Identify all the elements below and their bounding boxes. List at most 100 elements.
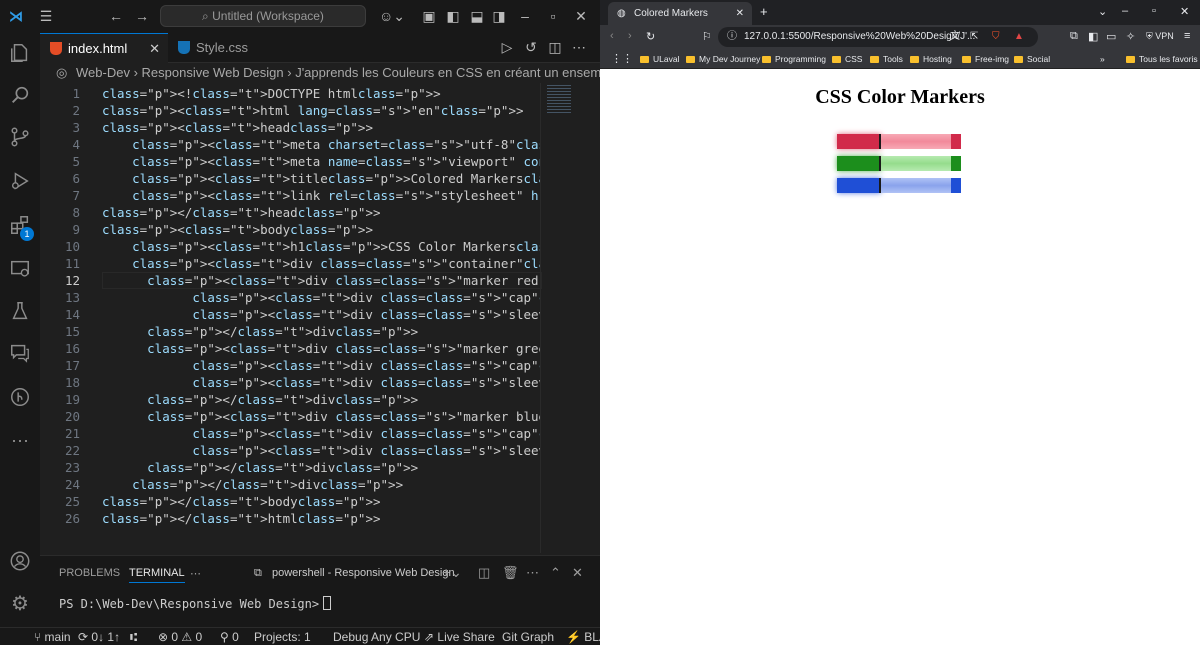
bookmark-icon[interactable]: ⚐ bbox=[702, 30, 712, 43]
code-line[interactable]: 4 class="p"><class="t">meta charset=clas… bbox=[40, 136, 540, 153]
debug-config-status[interactable]: Debug Any CPU bbox=[333, 628, 420, 645]
code-line[interactable]: 26 class="p"></class="t">htmlclass="p">> bbox=[40, 510, 540, 527]
close-panel-icon[interactable]: ✕ bbox=[572, 565, 583, 581]
code-line[interactable]: 11 class="p"><class="t">div class=class=… bbox=[40, 255, 540, 272]
git-graph-icon[interactable] bbox=[0, 377, 40, 417]
minimize-icon[interactable]: – bbox=[516, 0, 534, 33]
code-line[interactable]: 24 class="p"></class="t">divclass="p">> bbox=[40, 476, 540, 493]
bookmark-folder[interactable]: Programming bbox=[762, 50, 826, 69]
tab-terminal[interactable]: TERMINAL bbox=[129, 567, 185, 583]
bookmark-folder[interactable]: Hosting bbox=[910, 50, 952, 69]
breadcrumb-item[interactable]: Responsive Web Design bbox=[142, 65, 284, 80]
code-line[interactable]: 3 class="p"><class="t">headclass="p">> bbox=[40, 119, 540, 136]
code-line[interactable]: 2 class="p"><class="t">html lang=class="s… bbox=[40, 102, 540, 119]
panel-more-actions-icon[interactable]: ⋯ bbox=[526, 565, 539, 581]
code-line[interactable]: 22 class="p"><class="t">div class=class=… bbox=[40, 442, 540, 459]
layout-icon[interactable]: ▣ bbox=[420, 0, 438, 33]
branch-status[interactable]: ⑂ main bbox=[34, 628, 71, 645]
menu-icon[interactable]: ≡ bbox=[1184, 30, 1190, 42]
code-line[interactable]: 13 class="p"><class="t">div class=class=… bbox=[40, 289, 540, 306]
tab-index-html[interactable]: index.html ✕ bbox=[40, 33, 168, 63]
bookmark-folder[interactable]: Free-img bbox=[962, 50, 1009, 69]
more-icon[interactable]: ⋯ bbox=[0, 421, 40, 461]
tab-close-icon[interactable]: ✕ bbox=[736, 2, 744, 25]
code-line[interactable]: 16 class="p"><class="t">div class=class=… bbox=[40, 340, 540, 357]
code-line[interactable]: 21 class="p"><class="t">div class=class=… bbox=[40, 425, 540, 442]
toggle-sidebar-icon[interactable]: ◧ bbox=[444, 0, 462, 33]
sidebar-icon[interactable]: ◧ bbox=[1088, 30, 1098, 43]
command-center-search[interactable]: ⌕ Untitled (Workspace) bbox=[160, 5, 366, 27]
minimap[interactable] bbox=[540, 83, 596, 553]
problems-status[interactable]: ⊗ 0 ⚠ 0 bbox=[158, 628, 202, 645]
split-editor-icon[interactable]: ◫ bbox=[546, 31, 564, 64]
code-line[interactable]: 5 class="p"><class="t">meta name=class="… bbox=[40, 153, 540, 170]
terminal-name[interactable]: powershell - Responsive Web Design bbox=[272, 567, 455, 579]
explorer-icon[interactable] bbox=[0, 33, 40, 73]
ports-status[interactable]: ⚲ 0 bbox=[220, 628, 239, 645]
code-editor[interactable]: 1 class="p"><!class="t">DOCTYPE htmlclass… bbox=[40, 83, 540, 553]
settings-gear-icon[interactable]: ⚙ bbox=[0, 583, 40, 623]
terminal-prompt[interactable]: PS D:\Web-Dev\Responsive Web Design> bbox=[59, 596, 332, 611]
tab-close-icon[interactable]: ✕ bbox=[149, 34, 160, 64]
translate-icon[interactable]: 文 bbox=[950, 27, 960, 47]
code-line[interactable]: 10 class="p"><class="t">h1class="p">>CSS… bbox=[40, 238, 540, 255]
tab-style-css[interactable]: Style.css bbox=[168, 33, 258, 63]
extensions-icon[interactable] bbox=[0, 205, 40, 245]
chat-icon[interactable] bbox=[0, 333, 40, 373]
close-icon[interactable]: ✕ bbox=[1180, 5, 1189, 18]
bookmark-folder[interactable]: Tools bbox=[870, 50, 903, 69]
testing-icon[interactable] bbox=[0, 291, 40, 331]
back-arrow-icon[interactable]: ← bbox=[106, 0, 126, 33]
share-icon[interactable]: ⇱ bbox=[970, 27, 978, 47]
toggle-secondary-sidebar-icon[interactable]: ◨ bbox=[490, 0, 508, 33]
more-bookmarks-icon[interactable]: » bbox=[1100, 50, 1105, 69]
bookmark-folder[interactable]: ULaval bbox=[640, 50, 679, 69]
code-line[interactable]: 7 class="p"><class="t">link rel=class="s… bbox=[40, 187, 540, 204]
new-tab-icon[interactable]: + bbox=[760, 4, 768, 19]
maximize-icon[interactable]: ▫ bbox=[1152, 5, 1156, 17]
reload-icon[interactable]: ↻ bbox=[646, 30, 655, 43]
timeline-icon[interactable]: ↺ bbox=[522, 31, 540, 64]
run-debug-icon[interactable] bbox=[0, 161, 40, 201]
brave-rewards-icon[interactable]: ▲ bbox=[1014, 27, 1024, 47]
run-icon[interactable]: ▷ bbox=[498, 31, 516, 64]
bookmark-folder[interactable]: My Dev Journey bbox=[686, 50, 760, 69]
bookmark-folder[interactable]: Social bbox=[1014, 50, 1050, 69]
code-line[interactable]: 18 class="p"><class="t">div class=class=… bbox=[40, 374, 540, 391]
brave-shield-icon[interactable]: ⛉ bbox=[992, 27, 1000, 47]
maximize-icon[interactable]: ▫ bbox=[544, 0, 562, 33]
vpn-button[interactable]: ⛨ VPN bbox=[1146, 31, 1174, 42]
copilot-icon[interactable]: ☺⌄ bbox=[378, 0, 406, 33]
remote-explorer-icon[interactable] bbox=[0, 249, 40, 289]
breadcrumb-item[interactable]: Web-Dev bbox=[76, 65, 130, 80]
code-line[interactable]: 17 class="p"><class="t">div class=class=… bbox=[40, 357, 540, 374]
kill-terminal-icon[interactable]: 🗑 bbox=[502, 565, 519, 581]
accounts-icon[interactable] bbox=[0, 541, 40, 581]
back-icon[interactable]: ‹ bbox=[610, 30, 614, 42]
minimize-icon[interactable]: – bbox=[1122, 5, 1128, 17]
apps-icon[interactable]: ⋮⋮ bbox=[611, 50, 633, 69]
code-line[interactable]: 14 class="p"><class="t">div class=class=… bbox=[40, 306, 540, 323]
bookmark-folder[interactable]: CSS bbox=[832, 50, 862, 69]
live-share-status[interactable]: ⇗ Live Share bbox=[424, 628, 495, 645]
all-bookmarks-folder[interactable]: Tous les favoris bbox=[1126, 50, 1198, 69]
git-icon[interactable]: ⑆ bbox=[130, 628, 137, 645]
code-line[interactable]: 23 class="p"></class="t">divclass="p">> bbox=[40, 459, 540, 476]
browser-tab[interactable]: ◍ Colored Markers ✕ bbox=[608, 2, 752, 25]
code-line[interactable]: 8 class="p"></class="t">headclass="p">> bbox=[40, 204, 540, 221]
forward-arrow-icon[interactable]: → bbox=[132, 0, 152, 33]
git-graph-status[interactable]: Git Graph bbox=[502, 628, 554, 645]
sync-status[interactable]: ⟳ 0↓ 1↑ bbox=[78, 628, 120, 645]
panel-more-icon[interactable]: ⋯ bbox=[190, 567, 201, 580]
projects-status[interactable]: Projects: 1 bbox=[254, 628, 311, 645]
wallet-icon[interactable]: ▭ bbox=[1106, 30, 1116, 43]
split-terminal-icon[interactable]: ◫ bbox=[478, 565, 490, 581]
forward-icon[interactable]: › bbox=[628, 30, 632, 42]
breadcrumb-item[interactable]: J'apprends les Couleurs en CSS en créant… bbox=[295, 65, 600, 80]
source-control-icon[interactable] bbox=[0, 117, 40, 157]
address-bar[interactable]: ⓘ 127.0.0.1:5500/Responsive%20Web%20Desi… bbox=[718, 27, 1038, 47]
code-line[interactable]: 25 class="p"></class="t">bodyclass="p">> bbox=[40, 493, 540, 510]
code-line[interactable]: 6 class="p"><class="t">titleclass="p">>C… bbox=[40, 170, 540, 187]
menu-icon[interactable]: ☰ bbox=[34, 0, 58, 33]
close-icon[interactable]: ✕ bbox=[572, 0, 590, 33]
